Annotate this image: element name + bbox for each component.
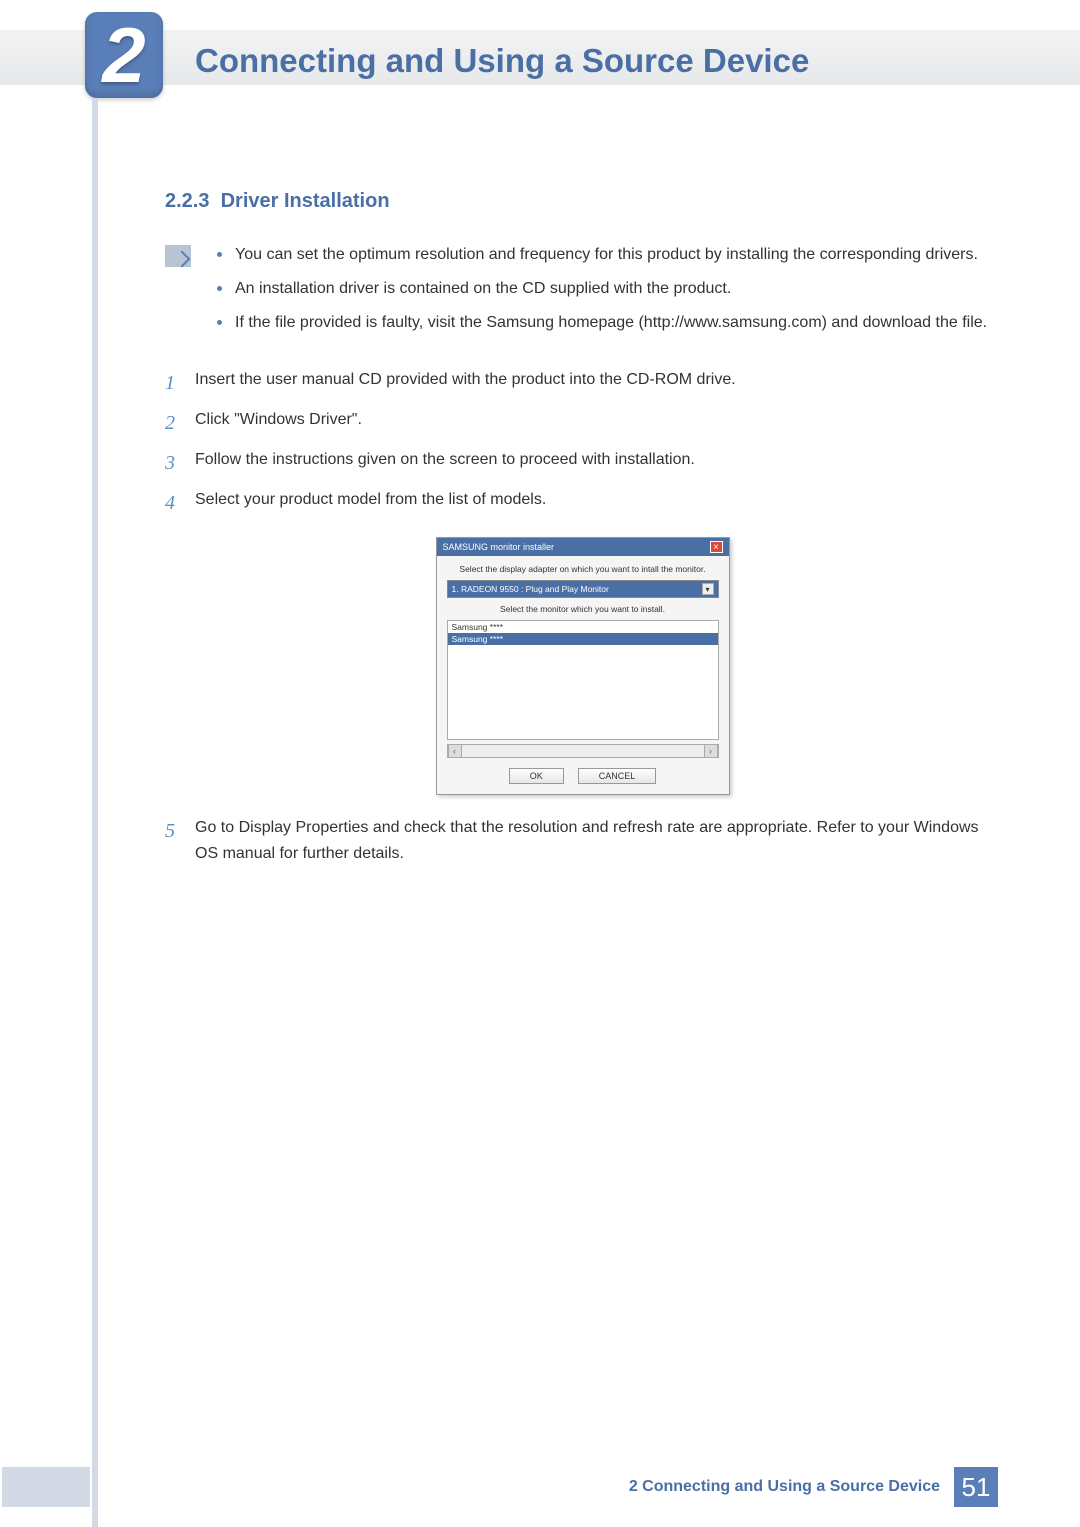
chevron-left-icon[interactable]: ‹ [448,745,462,757]
step-item: 5 Go to Display Properties and check tha… [165,815,1000,866]
step-text: Go to Display Properties and check that … [195,815,1000,866]
page-number: 51 [954,1467,998,1507]
installer-adapter-select[interactable]: 1. RADEON 9550 : Plug and Play Monitor ▾ [447,580,719,598]
installer-body: Select the display adapter on which you … [437,556,729,794]
chapter-badge: 2 [85,12,163,98]
step-item: 4 Select your product model from the lis… [165,487,1000,519]
section-title: Driver Installation [221,190,390,212]
step-number: 2 [165,407,179,439]
note-bullet: An installation driver is contained on t… [211,277,1000,301]
note-bullet-list: You can set the optimum resolution and f… [211,243,1000,345]
list-item[interactable]: Samsung **** [448,633,718,645]
step-text: Insert the user manual CD provided with … [195,367,1000,399]
footer-accent-stripe [2,1467,90,1507]
note-icon [165,245,191,267]
close-icon[interactable]: × [710,541,723,553]
note-bullet: You can set the optimum resolution and f… [211,243,1000,267]
installer-label: Select the display adapter on which you … [447,564,719,574]
cancel-button[interactable]: CANCEL [578,768,657,784]
chevron-right-icon[interactable]: › [704,745,718,757]
footer-chapter-ref: 2 Connecting and Using a Source Device [629,1478,940,1496]
left-accent-stripe [92,98,98,1527]
chapter-title: Connecting and Using a Source Device [195,42,809,80]
step-number: 5 [165,815,179,866]
ok-button[interactable]: OK [509,768,564,784]
step-item: 3 Follow the instructions given on the s… [165,447,1000,479]
steps-list-cont: 5 Go to Display Properties and check tha… [165,815,1000,866]
chevron-down-icon[interactable]: ▾ [702,583,714,595]
step-text: Select your product model from the list … [195,487,1000,519]
page-footer: 2 Connecting and Using a Source Device 5… [0,1467,1080,1507]
installer-dialog: SAMSUNG monitor installer × Select the d… [436,537,730,795]
note-block: You can set the optimum resolution and f… [165,243,1000,345]
step-text: Click "Windows Driver". [195,407,1000,439]
note-bullet: If the file provided is faulty, visit th… [211,311,1000,335]
step-number: 3 [165,447,179,479]
section-number: 2.2.3 [165,190,209,212]
chapter-number: 2 [102,16,145,94]
step-number: 4 [165,487,179,519]
list-item[interactable]: Samsung **** [448,621,718,633]
step-item: 1 Insert the user manual CD provided wit… [165,367,1000,399]
installer-monitor-list[interactable]: Samsung **** Samsung **** [447,620,719,740]
installer-titlebar: SAMSUNG monitor installer × [437,538,729,556]
installer-buttons: OK CANCEL [447,768,719,784]
step-text: Follow the instructions given on the scr… [195,447,1000,479]
installer-select-text: 1. RADEON 9550 : Plug and Play Monitor [452,584,609,594]
step-item: 2 Click "Windows Driver". [165,407,1000,439]
installer-label: Select the monitor which you want to ins… [447,604,719,614]
horizontal-scrollbar[interactable]: ‹ › [447,744,719,758]
section-heading: 2.2.3 Driver Installation [165,190,1000,213]
page-content: 2.2.3 Driver Installation You can set th… [165,190,1000,874]
step-number: 1 [165,367,179,399]
steps-list: 1 Insert the user manual CD provided wit… [165,367,1000,519]
installer-title-text: SAMSUNG monitor installer [443,542,555,552]
